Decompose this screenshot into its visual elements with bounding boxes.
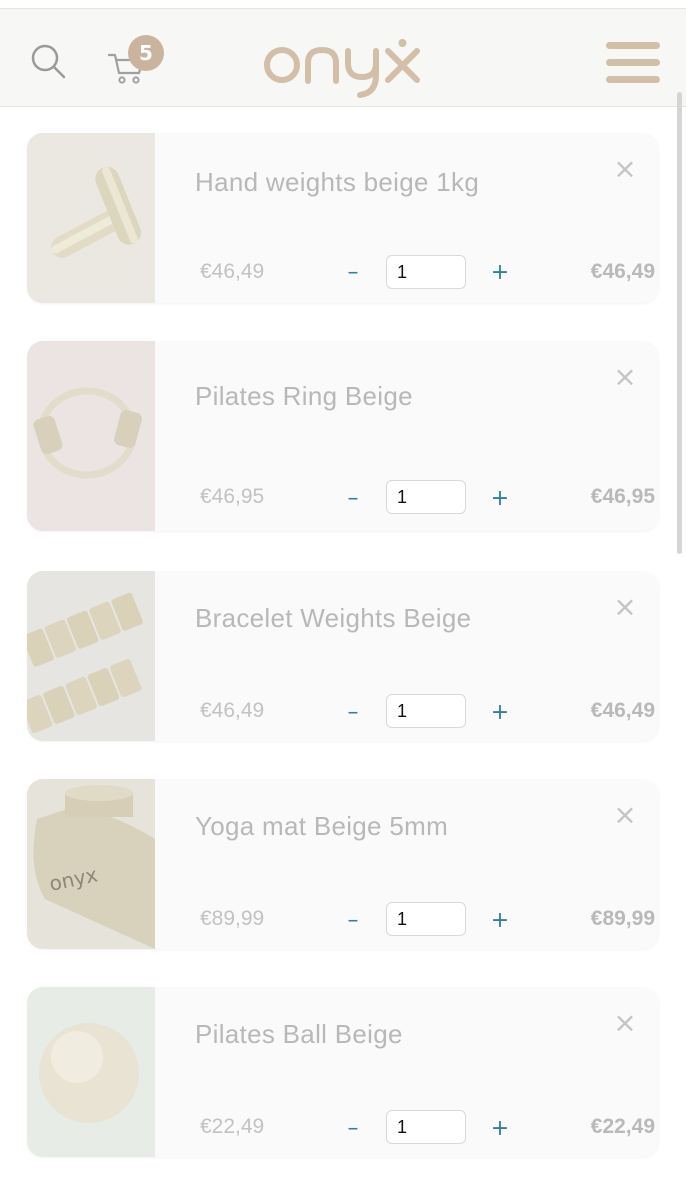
product-image-yoga-mat[interactable]: onyx (27, 779, 155, 949)
remove-item-button[interactable]: × (611, 593, 639, 621)
decrease-quantity-button[interactable]: – (341, 1117, 365, 1141)
onyx-logo[interactable] (262, 35, 424, 101)
cart-item: onyx Yoga mat Beige 5mm × €89,99 – + €89… (27, 779, 659, 949)
product-image-hand-weights[interactable] (27, 133, 155, 303)
scrollbar[interactable] (677, 92, 682, 554)
line-total: €46,49 (590, 260, 655, 283)
product-image-pilates-ball[interactable] (27, 987, 155, 1157)
remove-item-button[interactable]: × (611, 155, 639, 183)
product-image-bracelet-weights[interactable] (27, 571, 155, 741)
increase-quantity-button[interactable]: + (488, 701, 512, 725)
product-title[interactable]: Yoga mat Beige 5mm (195, 811, 448, 842)
cart-button[interactable]: 5 (106, 35, 168, 87)
hamburger-menu-button[interactable] (606, 42, 660, 88)
unit-price: €46,49 (200, 260, 265, 283)
product-image-pilates-ring[interactable] (27, 341, 155, 531)
product-title[interactable]: Bracelet Weights Beige (195, 603, 471, 634)
cart-item: Hand weights beige 1kg × €46,49 – + €46,… (27, 133, 659, 303)
product-title[interactable]: Pilates Ball Beige (195, 1019, 403, 1050)
hamburger-menu-icon (606, 42, 660, 49)
decrease-quantity-button[interactable]: – (341, 909, 365, 933)
decrease-quantity-button[interactable]: – (341, 261, 365, 285)
increase-quantity-button[interactable]: + (488, 1117, 512, 1141)
line-total: €46,49 (590, 699, 655, 722)
line-total: €22,49 (590, 1115, 655, 1138)
line-total: €46,95 (590, 485, 655, 508)
quantity-input[interactable] (386, 1110, 466, 1144)
unit-price: €22,49 (200, 1115, 265, 1138)
remove-item-button[interactable]: × (611, 1009, 639, 1037)
remove-item-button[interactable]: × (611, 801, 639, 829)
quantity-input[interactable] (386, 694, 466, 728)
cart-item: Bracelet Weights Beige × €46,49 – + €46,… (27, 571, 659, 741)
quantity-input[interactable] (386, 902, 466, 936)
cart-item: Pilates Ring Beige × €46,95 – + €46,95 (27, 341, 659, 531)
quantity-input[interactable] (386, 480, 466, 514)
product-title[interactable]: Pilates Ring Beige (195, 381, 413, 412)
cart-count-badge: 5 (128, 35, 164, 71)
site-header: 5 (0, 8, 686, 107)
unit-price: €89,99 (200, 907, 265, 930)
status-strip (0, 0, 686, 8)
increase-quantity-button[interactable]: + (488, 487, 512, 511)
decrease-quantity-button[interactable]: – (341, 487, 365, 511)
decrease-quantity-button[interactable]: – (341, 701, 365, 725)
increase-quantity-button[interactable]: + (488, 261, 512, 285)
product-title[interactable]: Hand weights beige 1kg (195, 167, 479, 198)
line-total: €89,99 (590, 907, 655, 930)
search-icon (31, 44, 66, 79)
increase-quantity-button[interactable]: + (488, 909, 512, 933)
unit-price: €46,95 (200, 485, 265, 508)
quantity-input[interactable] (386, 255, 466, 289)
search-button[interactable] (28, 41, 68, 81)
cart-item: Pilates Ball Beige × €22,49 – + €22,49 (27, 987, 659, 1157)
unit-price: €46,49 (200, 699, 265, 722)
remove-item-button[interactable]: × (611, 363, 639, 391)
